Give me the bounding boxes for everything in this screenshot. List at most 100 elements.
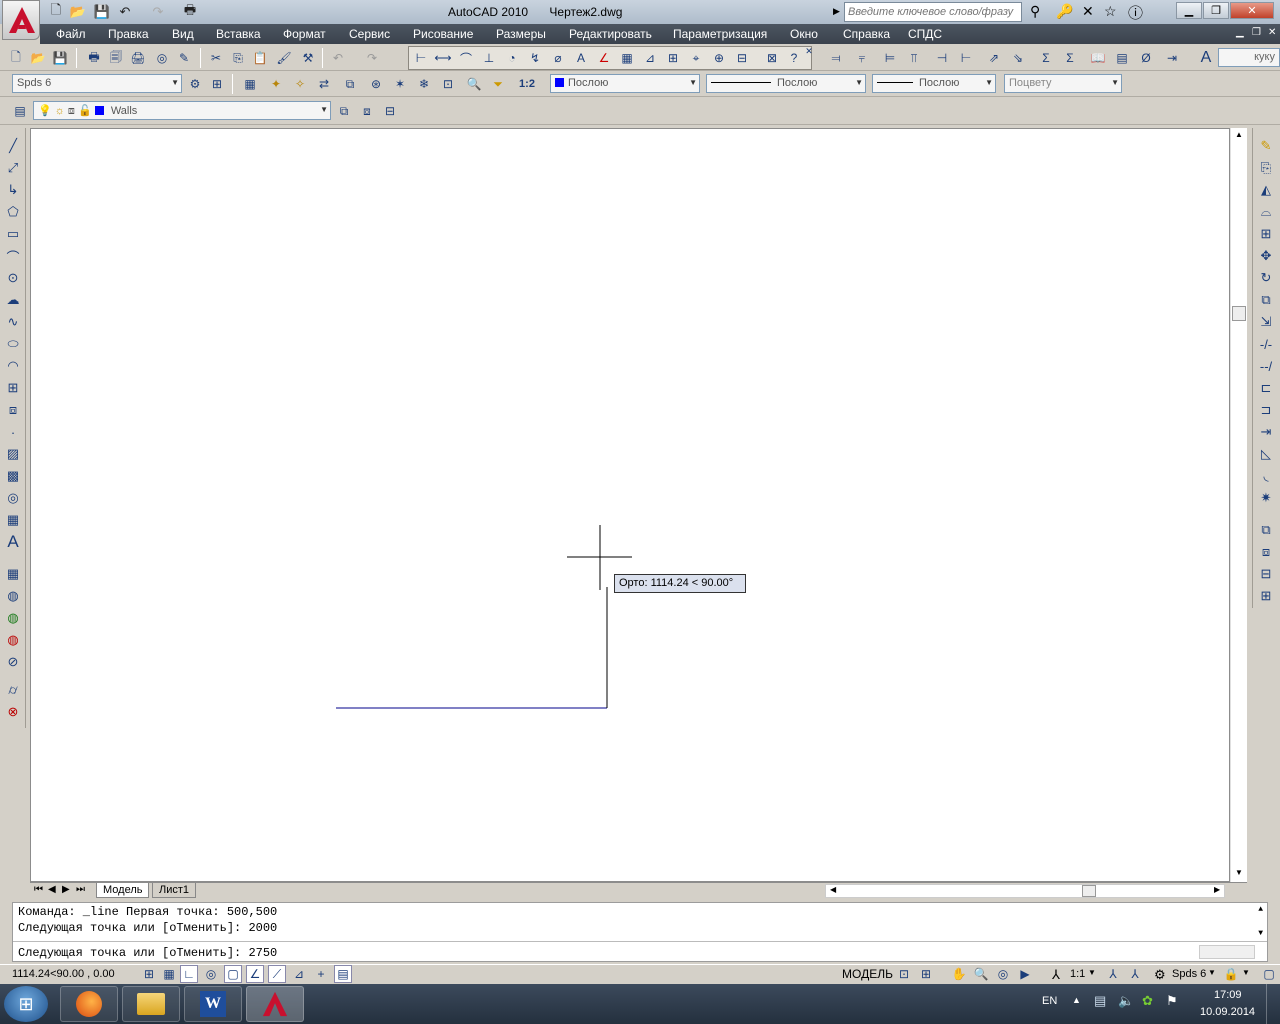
volume-icon[interactable]: 🔈	[1118, 993, 1134, 1009]
scroll-up-icon[interactable]: ▲	[1235, 130, 1243, 139]
chamfer-icon[interactable]: ◺	[1255, 444, 1277, 464]
offset-icon[interactable]: ⌓	[1255, 202, 1277, 222]
distribute-icon[interactable]: ⊢	[956, 48, 976, 68]
copy-icon[interactable]: ⎘	[228, 48, 248, 68]
table-icon[interactable]: ▦	[2, 510, 24, 530]
menu-dimension[interactable]: Размеры	[496, 27, 546, 41]
scroll-left-icon[interactable]: ◀	[830, 885, 836, 894]
doc-restore-button[interactable]: ❐	[1252, 27, 1261, 38]
layer-freeze-icon[interactable]: ❄	[414, 74, 434, 94]
next-tab-icon[interactable]: ▶	[62, 884, 70, 895]
sum-table-icon[interactable]: Σ	[1060, 48, 1080, 68]
trim-icon[interactable]: -/-	[1255, 334, 1277, 354]
model-icon[interactable]: ⊡	[895, 965, 913, 983]
text-style-combo[interactable]: куку	[1218, 48, 1280, 67]
layer-manager-icon[interactable]: ▤	[10, 101, 30, 121]
construction-line-icon[interactable]: ⤢	[2, 158, 24, 178]
layer-previous-icon[interactable]: ✦	[266, 74, 286, 94]
layer-match-icon[interactable]: ⧉	[340, 74, 360, 94]
plot-icon[interactable]: 🖶	[84, 48, 104, 68]
zoom-icon[interactable]: 🔍	[972, 965, 990, 983]
clock-date[interactable]: 10.09.2014	[1200, 1006, 1255, 1018]
align-left-icon[interactable]: ⊨	[880, 48, 900, 68]
annotation-scale-label[interactable]: 1:2	[514, 74, 540, 94]
filter-icon[interactable]: ⏷	[488, 74, 508, 94]
block-editor-icon[interactable]: ⚒	[298, 48, 318, 68]
revision-cloud-icon[interactable]: ☁	[2, 290, 24, 310]
region-icon[interactable]: ◎	[2, 488, 24, 508]
stretch-icon[interactable]: ⇲	[1255, 312, 1277, 332]
menu-edit[interactable]: Правка	[108, 27, 149, 41]
import-icon[interactable]: ⇘	[1008, 48, 1028, 68]
menu-help[interactable]: Справка	[843, 27, 890, 41]
command-hscroll[interactable]	[1199, 945, 1255, 959]
clean-screen-icon[interactable]: ▢	[1260, 965, 1278, 983]
ordinate-icon[interactable]: ⊥	[479, 48, 499, 68]
menu-insert[interactable]: Вставка	[216, 27, 261, 41]
annotation-scale-value[interactable]: 1:1	[1070, 968, 1085, 980]
prev-tab-icon[interactable]: ◀	[48, 884, 56, 895]
workspace-value[interactable]: Spds 6	[1172, 968, 1206, 980]
explode-icon[interactable]: ✷	[1255, 488, 1277, 508]
lineweight-toggle-icon[interactable]: +	[312, 965, 330, 983]
annotation-scale-icon[interactable]: ⅄	[1052, 967, 1060, 983]
break-icon[interactable]: ⫤	[826, 48, 846, 68]
style-manager-icon[interactable]: ⊞	[207, 74, 227, 94]
binoculars-icon[interactable]: ⚲	[1030, 3, 1040, 20]
ellipse-icon[interactable]: ⬭	[2, 334, 24, 354]
insert-block-icon[interactable]: ⊞	[2, 378, 24, 398]
plot-preview-icon[interactable]: 🗐	[106, 48, 126, 68]
first-tab-icon[interactable]: ⏮	[34, 884, 43, 895]
erase-icon[interactable]: ✎	[1255, 136, 1277, 156]
command-prompt-line[interactable]: Следующая точка или [оТменить]: 2750	[18, 946, 277, 960]
help-icon[interactable]: ⓘ	[1128, 2, 1143, 23]
color-dropdown[interactable]: Послою ▼	[550, 74, 700, 93]
text-style-icon[interactable]: A	[1196, 48, 1216, 68]
redo-icon[interactable]: ↷	[148, 3, 168, 21]
continue-icon[interactable]: ⊞	[663, 48, 683, 68]
minimize-button[interactable]: ▁	[1176, 2, 1202, 19]
open-icon[interactable]: 📂	[68, 3, 88, 21]
globe-icon[interactable]: ◍	[2, 586, 24, 606]
menu-spds[interactable]: СПДС	[908, 27, 942, 41]
make-current-icon[interactable]: ⧉	[334, 101, 354, 121]
circle-icon[interactable]: ⊙	[2, 268, 24, 288]
quick-properties-icon[interactable]: ▤	[334, 965, 352, 983]
dynamic-input-icon[interactable]: ⊿	[290, 965, 308, 983]
pan-icon[interactable]: ✋	[950, 965, 968, 983]
etransmit-icon[interactable]: ✎	[174, 48, 194, 68]
hatch-icon[interactable]: ▨	[2, 444, 24, 464]
draw-order-back-icon[interactable]: ⧈	[1255, 542, 1277, 562]
auto-scale-icon[interactable]: ⅄	[1126, 965, 1144, 983]
arc-length-icon[interactable]: ⌒	[456, 48, 476, 68]
point-icon[interactable]: ·	[2, 422, 24, 442]
rotate-icon[interactable]: ↻	[1255, 268, 1277, 288]
layer-previous-icon[interactable]: ⧈	[357, 101, 377, 121]
join-icon[interactable]: ⇥	[1255, 422, 1277, 442]
draw-order-front-icon[interactable]: ⧉	[1255, 520, 1277, 540]
quick-dimension-icon[interactable]: ▦	[617, 48, 637, 68]
make-block-icon[interactable]: ⧈	[2, 400, 24, 420]
communication-center-icon[interactable]: ✕	[1082, 3, 1094, 20]
save-icon[interactable]: 💾	[92, 3, 112, 21]
doc-close-button[interactable]: ✕	[1268, 27, 1276, 38]
break-at-point-icon[interactable]: ⊏	[1255, 378, 1277, 398]
collapse-arrow-icon[interactable]: ▶	[833, 6, 840, 17]
cut-icon[interactable]: ✂	[206, 48, 226, 68]
chevron-down-icon[interactable]: ▼	[1242, 968, 1250, 977]
view-grid-icon[interactable]: ▦	[2, 564, 24, 584]
polygon-icon[interactable]: ⬠	[2, 202, 24, 222]
last-tab-icon[interactable]: ⏭	[76, 884, 85, 895]
tolerance-icon[interactable]: ⌖	[686, 48, 706, 68]
favorites-icon[interactable]: ☆	[1104, 3, 1117, 20]
showmotion-icon[interactable]: ▶	[1016, 965, 1034, 983]
paste-icon[interactable]: 📋	[250, 48, 270, 68]
word-taskbar-button[interactable]: W	[184, 986, 242, 1022]
action-center-icon[interactable]: ⚑	[1166, 993, 1178, 1009]
dynamic-ucs-icon[interactable]: ⟋	[268, 965, 286, 983]
mirror-icon[interactable]: ◭	[1255, 180, 1277, 200]
layer-properties-icon[interactable]: ▦	[240, 74, 260, 94]
diameter-icon[interactable]: ⌀	[548, 48, 568, 68]
text-icon[interactable]: A	[2, 532, 24, 552]
linetype-dropdown[interactable]: Послою ▼	[706, 74, 866, 93]
